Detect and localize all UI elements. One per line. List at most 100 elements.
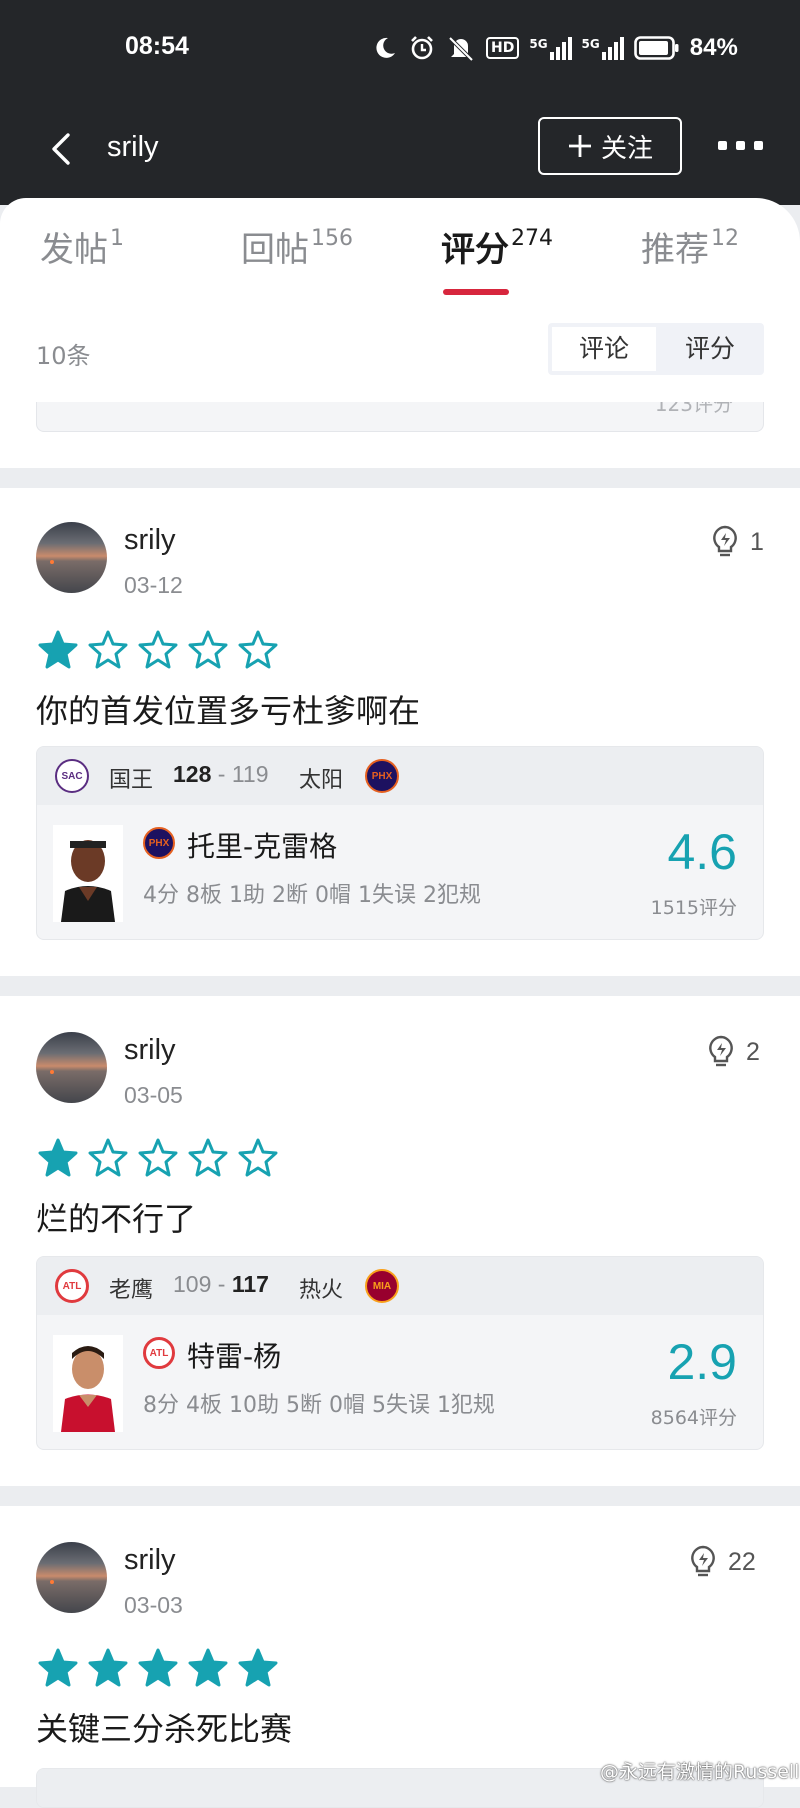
player-name: 特雷-杨: [187, 1340, 282, 1373]
team1-score: 109: [173, 1271, 212, 1297]
mute-icon: [448, 36, 474, 62]
result-count: 10条: [36, 342, 91, 370]
follow-button[interactable]: 关注: [538, 117, 682, 175]
watermark: @永远有激情的Russell: [600, 1761, 800, 1783]
rating-count: 1515评分: [650, 897, 737, 919]
game-card[interactable]: SAC 国王 128 - 119 太阳 PHX PHX 托里-克雷格 4分 8板…: [36, 746, 764, 940]
player-rating: 4.6: [667, 824, 737, 880]
segment-ratings[interactable]: 评分: [658, 327, 762, 371]
game-score: 128 - 119: [173, 761, 269, 787]
moon-icon: [376, 37, 395, 58]
view-segment-control: 评论 评分: [548, 323, 764, 375]
suns-logo-icon: PHX: [365, 759, 399, 793]
segment-comments[interactable]: 评论: [552, 327, 656, 371]
lightbulb-icon: [691, 1545, 715, 1577]
signal-5g-2-label: 5G: [581, 36, 600, 51]
lightbulb-icon: [713, 525, 737, 557]
star-filled-icon: [188, 1648, 228, 1687]
rating-post[interactable]: srily 03-12 1 你的首发位置多亏杜爹啊在 SAC 国王 128 - …: [0, 488, 800, 976]
status-time: 08:54: [125, 32, 189, 60]
post-text: 你的首发位置多亏杜爹啊在: [36, 692, 421, 730]
hd-icon: HD: [486, 37, 520, 59]
star-empty-icon: [138, 1138, 178, 1177]
tab-posts[interactable]: 发帖1: [40, 222, 124, 271]
battery-icon: [633, 36, 679, 60]
previous-rating-count: 123评分: [654, 402, 733, 416]
player-team-logo-icon: PHX: [143, 827, 175, 859]
tab-label: 发帖: [40, 230, 108, 270]
rating-count: 8564评分: [650, 1407, 737, 1429]
star-filled-icon: [38, 1648, 78, 1687]
post-text: 关键三分杀死比赛: [36, 1710, 293, 1748]
hawks-logo-icon: ATL: [55, 1269, 89, 1303]
previous-game-card[interactable]: 123评分: [36, 402, 764, 432]
avatar[interactable]: [36, 1542, 107, 1613]
avatar[interactable]: [36, 1032, 107, 1103]
player-photo: [53, 825, 123, 922]
star-empty-icon: [238, 630, 278, 669]
tab-count: 156: [311, 225, 353, 251]
tab-bar: 发帖1 回帖156 评分274 推荐12: [0, 222, 800, 302]
game-card[interactable]: ATL 老鹰 109 - 117 热火 MIA ATL 特雷-杨 8分 4板 1…: [36, 1256, 764, 1450]
player-stats: 8分 4板 10助 5断 0帽 5失误 1犯规: [143, 1393, 495, 1418]
light-count: 22: [728, 1547, 756, 1576]
post-username[interactable]: srily: [124, 1034, 176, 1067]
team1-name: 国王: [109, 768, 154, 793]
light-count: 2: [746, 1037, 760, 1066]
star-filled-icon: [88, 1648, 128, 1687]
tab-replies[interactable]: 回帖156: [241, 222, 353, 271]
signal-5g-1-label: 5G: [529, 36, 548, 51]
rating-post[interactable]: srily 03-05 2 烂的不行了 ATL 老鹰 109 - 117 热火 …: [0, 996, 800, 1486]
light-button[interactable]: 1: [710, 524, 764, 560]
star-empty-icon: [88, 1138, 128, 1177]
signal-5g-1-icon: 5G: [529, 36, 572, 60]
tab-indicator: [443, 289, 509, 295]
star-empty-icon: [88, 630, 128, 669]
tab-count: 12: [711, 225, 739, 251]
game-header: SAC 国王 128 - 119 太阳 PHX: [37, 747, 763, 805]
star-filled-icon: [238, 1648, 278, 1687]
team1-name: 老鹰: [109, 1278, 154, 1303]
back-arrow-icon[interactable]: [46, 129, 78, 169]
tab-recommend[interactable]: 推荐12: [641, 222, 739, 271]
heat-logo-icon: MIA: [365, 1269, 399, 1303]
post-date: 03-05: [124, 1082, 183, 1108]
game-header: ATL 老鹰 109 - 117 热火 MIA: [37, 1257, 763, 1315]
light-button[interactable]: 2: [706, 1034, 760, 1070]
tab-label: 评分: [441, 230, 509, 270]
star-rating: [38, 630, 278, 670]
navbar: srily 关注: [0, 115, 800, 185]
post-date: 03-12: [124, 572, 183, 598]
player-stats: 4分 8板 1助 2断 0帽 1失误 2犯规: [143, 883, 481, 908]
star-rating: [38, 1648, 278, 1688]
game-score: 109 - 117: [173, 1271, 269, 1297]
post-text: 烂的不行了: [36, 1200, 197, 1238]
more-options-icon[interactable]: [718, 141, 763, 150]
watermark-badge: [726, 1718, 788, 1748]
star-empty-icon: [138, 630, 178, 669]
battery-percent: 84%: [689, 34, 738, 61]
star-filled-icon: [138, 1648, 178, 1687]
tab-label: 回帖: [241, 230, 309, 270]
tab-ratings[interactable]: 评分274: [441, 222, 553, 271]
post-date: 03-03: [124, 1592, 183, 1618]
avatar[interactable]: [36, 522, 107, 593]
star-empty-icon: [188, 1138, 228, 1177]
light-count: 1: [750, 527, 764, 556]
page-title: srily: [107, 131, 159, 163]
star-filled-icon: [38, 630, 78, 669]
lightbulb-icon: [709, 1035, 733, 1067]
status-icons: HD 5G 5G 84%: [372, 34, 738, 62]
rating-post[interactable]: srily 03-03 22 关键三分杀死比赛: [0, 1506, 800, 1808]
team2-score: 117: [231, 1271, 269, 1297]
status-bar: 08:54 HD 5G 5G 84%: [0, 28, 800, 68]
post-username[interactable]: srily: [124, 524, 176, 557]
player-photo: [53, 1335, 123, 1432]
post-username[interactable]: srily: [124, 1544, 176, 1577]
star-rating: [38, 1138, 278, 1178]
light-button[interactable]: 22: [688, 1544, 756, 1580]
star-empty-icon: [238, 1138, 278, 1177]
kings-logo-icon: SAC: [55, 759, 89, 793]
player-name: 托里-克雷格: [187, 830, 338, 863]
player-team-logo-icon: ATL: [143, 1337, 175, 1369]
